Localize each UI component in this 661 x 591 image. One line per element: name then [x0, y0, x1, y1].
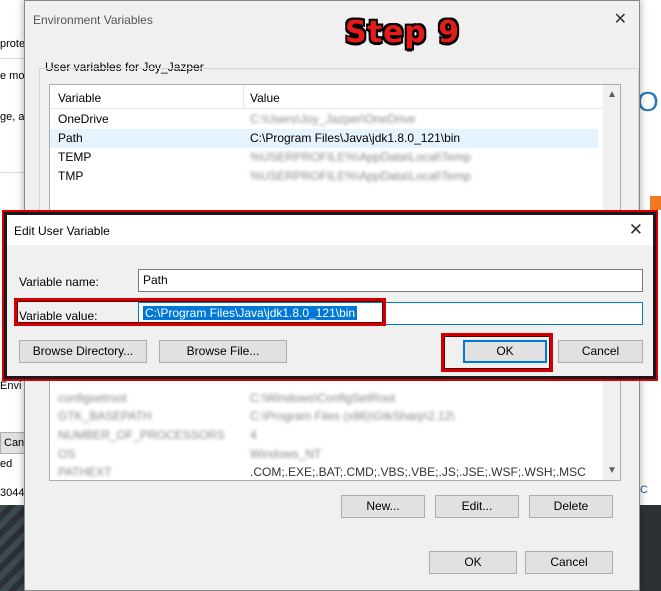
var-value: %USERPROFILE%\AppData\Local\Temp: [250, 169, 471, 183]
close-icon[interactable]: ✕: [629, 220, 643, 240]
cancel-button[interactable]: Cancel: [558, 340, 643, 363]
variable-name-label: Variable name:: [19, 275, 99, 289]
cancel-button[interactable]: Cancel: [525, 551, 613, 574]
scrollbar[interactable]: ▲: [603, 85, 620, 213]
var-value: C:\Users\Joy_Jazper\OneDrive: [250, 112, 416, 126]
bg-fragment: Envi: [0, 380, 22, 392]
user-variables-list[interactable]: Variable Value OneDrive C:\Users\Joy_Jaz…: [49, 84, 621, 214]
var-name: NUMBER_OF_PROCESSORS: [58, 428, 225, 442]
var-value: C:\Program Files\Java\jdk1.8.0_121\bin: [250, 131, 461, 145]
system-variables-list[interactable]: configsetroot C:\Windows\ConfigSetRoot G…: [49, 381, 621, 481]
selected-text: C:\Program Files\Java\jdk1.8.0_121\bin: [143, 306, 358, 320]
var-value: %USERPROFILE%\AppData\Local\Temp: [250, 150, 471, 164]
bg-orange-marker: [650, 196, 661, 210]
var-name: TEMP: [58, 150, 92, 164]
bg-divider: [0, 58, 26, 59]
var-name: GTK_BASEPATH: [58, 409, 152, 423]
bg-logo: C: [640, 484, 648, 496]
var-value: 4: [250, 428, 257, 442]
list-item[interactable]: GTK_BASEPATH C:\Program Files (x86)\GtkS…: [50, 407, 598, 426]
var-value: Windows_NT: [250, 447, 322, 461]
browse-directory-button[interactable]: Browse Directory...: [19, 340, 147, 363]
var-name: Path: [58, 131, 83, 145]
bg-cancel-button: Canc: [0, 432, 26, 454]
variable-value-label: Variable value:: [19, 309, 98, 323]
list-item-selected[interactable]: Path C:\Program Files\Java\jdk1.8.0_121\…: [50, 129, 598, 148]
list-item[interactable]: OS Windows_NT: [50, 445, 598, 464]
edit-user-variable-dialog: Edit User Variable ✕ Variable name: Path…: [2, 210, 658, 381]
list-item[interactable]: PATHEXT .COM;.EXE;.BAT;.CMD;.VBS;.VBE;.J…: [50, 463, 598, 480]
scrollbar[interactable]: ▼: [603, 381, 620, 480]
dialog-titlebar[interactable]: Edit User Variable ✕: [7, 215, 653, 245]
close-icon[interactable]: ✕: [614, 9, 627, 29]
var-value: C:\Program Files (x86)\GtkSharp\2.12\: [250, 409, 455, 423]
list-item[interactable]: OneDrive C:\Users\Joy_Jazper\OneDrive: [50, 110, 598, 129]
delete-button[interactable]: Delete: [529, 495, 613, 518]
var-name: OneDrive: [58, 112, 109, 126]
list-item[interactable]: TEMP %USERPROFILE%\AppData\Local\Temp: [50, 148, 598, 167]
browse-file-button[interactable]: Browse File...: [159, 340, 287, 363]
var-value: C:\Windows\ConfigSetRoot: [250, 391, 396, 405]
bg-fragment: ed: [0, 458, 13, 470]
var-name: configsetroot: [58, 391, 127, 405]
scroll-down-icon[interactable]: ▼: [607, 465, 617, 476]
scroll-up-icon[interactable]: ▲: [607, 89, 617, 100]
dialog-title: Edit User Variable: [14, 224, 110, 238]
column-header-value[interactable]: Value: [250, 91, 280, 105]
step-label: Step 9: [345, 15, 461, 50]
list-header: Variable Value: [50, 85, 620, 109]
list-item[interactable]: TMP %USERPROFILE%\AppData\Local\Temp: [50, 167, 598, 186]
column-separator: [243, 85, 244, 109]
var-name: TMP: [58, 169, 84, 183]
var-name: PATHEXT: [58, 465, 112, 479]
ok-button[interactable]: OK: [429, 551, 517, 574]
edit-button[interactable]: Edit...: [435, 495, 519, 518]
window-title: Environment Variables: [33, 13, 153, 27]
bg-fragment: 3044: [0, 487, 25, 499]
list-item[interactable]: NUMBER_OF_PROCESSORS 4: [50, 426, 598, 445]
new-button[interactable]: New...: [341, 495, 425, 518]
bg-divider: [0, 172, 26, 173]
column-header-variable[interactable]: Variable: [58, 91, 101, 105]
variable-name-input[interactable]: Path: [138, 269, 643, 292]
ok-button[interactable]: OK: [463, 340, 547, 363]
bg-logo-glyph: O: [637, 86, 659, 117]
variable-value-input[interactable]: C:\Program Files\Java\jdk1.8.0_121\bin: [138, 302, 643, 325]
list-item[interactable]: configsetroot C:\Windows\ConfigSetRoot: [50, 389, 598, 408]
var-name: OS: [58, 447, 76, 461]
var-value: .COM;.EXE;.BAT;.CMD;.VBS;.VBE;.JS;.JSE;.…: [250, 465, 586, 479]
